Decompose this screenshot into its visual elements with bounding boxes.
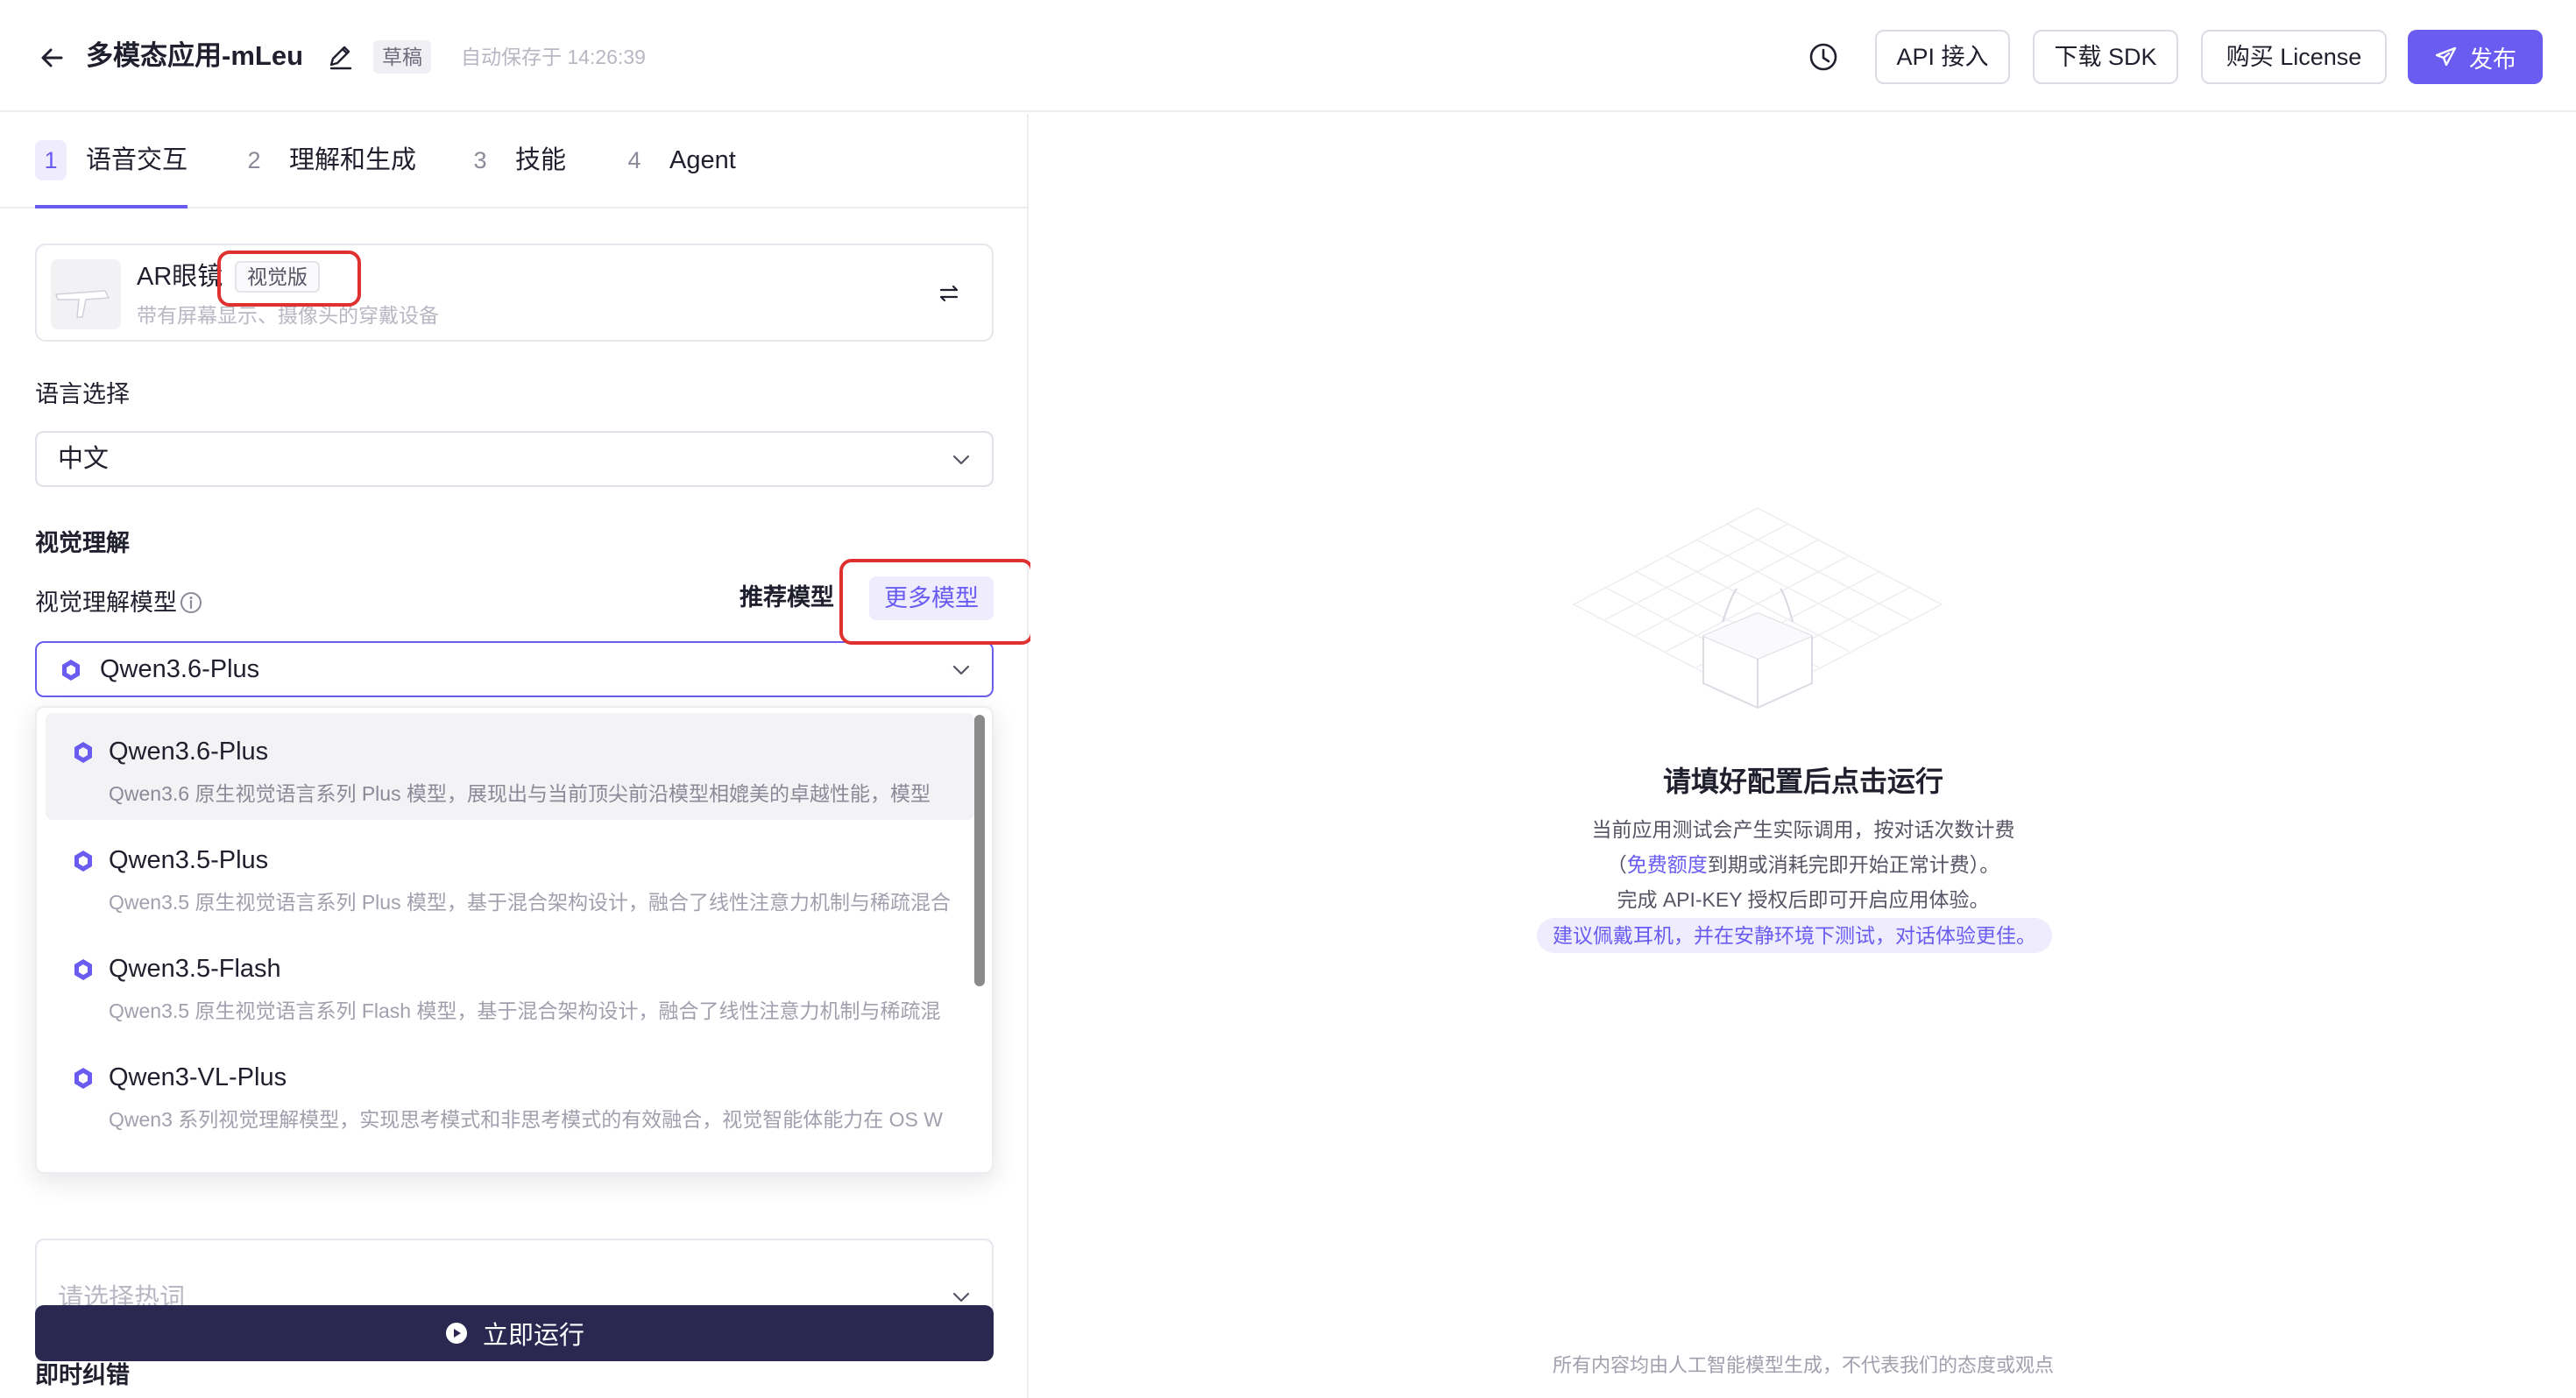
publish-button[interactable]: 发布 [2408,30,2543,84]
preview-panel: 请填好配置后点击运行 当前应用测试会产生实际调用，按对话次数计费 （免费额度到期… [1030,114,2576,1398]
line2-suffix: 到期或消耗完即开始正常计费）。 [1707,853,2000,876]
tab-label: 理解和生成 [289,146,417,174]
tab-voice-interaction[interactable]: 1 语音交互 [35,140,188,208]
qwen-logo-icon [70,957,96,983]
step-tabs: 1 语音交互 2 理解和生成 3 技能 4 Agent [0,114,1029,208]
model-option[interactable]: Qwen3.5-Plus Qwen3.5 原生视觉语言系列 Plus 模型，基于… [46,822,974,928]
model-option-description: Qwen3 系列视觉理解模型，实现思考模式和非思考模式的有效融合，视觉智能体能力… [109,1108,943,1131]
top-header: 多模态应用-mLeu 草稿 自动保存于 14:26:39 API 接入 下载 S… [0,0,2576,112]
edit-pencil-icon[interactable] [326,42,356,72]
qwen-logo-icon [58,657,84,683]
model-option-description: Qwen3.6 原生视觉语言系列 Plus 模型，展现出与当前顶尖前沿模型相媲美… [109,782,931,805]
download-sdk-button[interactable]: 下载 SDK [2033,30,2178,84]
model-option[interactable]: Qwen3.5-Flash Qwen3.5 原生视觉语言系列 Flash 模型，… [46,930,974,1037]
vision-section-title: 视觉理解 [35,530,130,556]
language-label: 语言选择 [35,381,130,407]
empty-state-line-3: 完成 API-KEY 授权后即可开启应用体验。 [1617,888,1990,911]
publish-label: 发布 [2469,46,2516,73]
tab-agent[interactable]: 4 Agent [619,140,736,208]
highlight-box-more-models [839,559,1034,645]
free-quota-link[interactable]: 免费额度 [1627,853,1708,876]
draft-badge: 草稿 [373,40,431,74]
language-select[interactable]: 中文 [35,431,994,487]
run-now-label: 立即运行 [482,1322,584,1350]
chevron-down-icon [950,659,973,681]
config-panel: 1 语音交互 2 理解和生成 3 技能 4 Agent AR眼镜 视觉版 带有屏… [0,114,1034,1398]
tab-number: 4 [627,147,641,173]
qwen-logo-icon [70,1065,96,1091]
model-option-name: Qwen3.6-Plus [109,738,269,766]
device-card[interactable]: AR眼镜 视觉版 带有屏幕显示、摄像头的穿戴设备 [35,244,994,342]
buy-license-button[interactable]: 购买 License [2201,30,2387,84]
model-option[interactable]: Qwen3.6-Plus Qwen3.6 原生视觉语言系列 Plus 模型，展现… [46,713,974,820]
language-value: 中文 [58,445,110,473]
model-option-name: Qwen3.5-Plus [109,846,269,874]
model-dropdown-menu: Qwen3.6-Plus Qwen3.6 原生视觉语言系列 Plus 模型，展现… [35,706,994,1174]
selected-model-value: Qwen3.6-Plus [100,655,260,683]
play-icon [444,1321,469,1345]
tab-number: 3 [473,147,487,173]
empty-state-line-1: 当前应用测试会产生实际调用，按对话次数计费 [1591,818,2015,841]
qwen-logo-icon [70,739,96,766]
vision-model-select[interactable]: Qwen3.6-Plus [35,641,994,697]
dropdown-scrollbar[interactable] [974,715,985,986]
headphone-tip: 建议佩戴耳机，并在安静环境下测试，对话体验更佳。 [1537,918,2052,953]
ai-disclaimer: 所有内容均由人工智能模型生成，不代表我们的态度或观点 [1552,1354,2054,1376]
qwen-logo-icon [70,848,96,874]
api-access-button[interactable]: API 接入 [1875,30,2010,84]
ar-glasses-thumbnail [51,259,121,329]
model-option[interactable]: Qwen3-VL-Plus Qwen3 系列视觉理解模型，实现思考模式和非思考模… [46,1039,974,1146]
tab-number: 1 [35,140,67,180]
tab-skills[interactable]: 3 技能 [464,140,566,208]
send-icon [2434,45,2459,69]
instant-correction-label: 即时纠错 [35,1362,130,1388]
line2-prefix: （ [1606,853,1627,876]
device-name: AR眼镜 [137,263,223,291]
back-arrow-icon[interactable] [35,40,70,75]
empty-state-line-2: （免费额度到期或消耗完即开始正常计费）。 [1030,848,2576,881]
info-icon[interactable] [179,590,203,615]
tab-label: 语音交互 [86,146,188,174]
tab-label: Agent [669,146,736,174]
highlight-box-device-badge [217,251,361,307]
swap-arrows-icon[interactable] [936,280,962,307]
tab-number: 2 [247,147,261,173]
tab-label: 技能 [515,146,567,174]
model-option-description: Qwen3.5 原生视觉语言系列 Flash 模型，基于混合架构设计，融合了线性… [109,999,941,1022]
autosave-status: 自动保存于 14:26:39 [461,46,646,68]
model-option-name: Qwen3-VL-Plus [109,1063,287,1091]
empty-cube-illustration [1556,491,1959,780]
model-option-description: Qwen3.5 原生视觉语言系列 Plus 模型，基于混合架构设计，融合了线性注… [109,891,951,914]
chevron-down-icon [950,448,973,471]
recommended-models-tab[interactable]: 推荐模型 [740,580,834,615]
app-title: 多模态应用-mLeu [86,40,303,71]
run-now-button[interactable]: 立即运行 [35,1305,994,1361]
vision-model-label: 视觉理解模型 [35,590,177,616]
tab-understanding-generation[interactable]: 2 理解和生成 [238,140,416,208]
model-option-name: Qwen3.5-Flash [109,955,281,983]
empty-state-title: 请填好配置后点击运行 [1662,766,1943,797]
history-clock-icon[interactable] [1807,40,1840,74]
